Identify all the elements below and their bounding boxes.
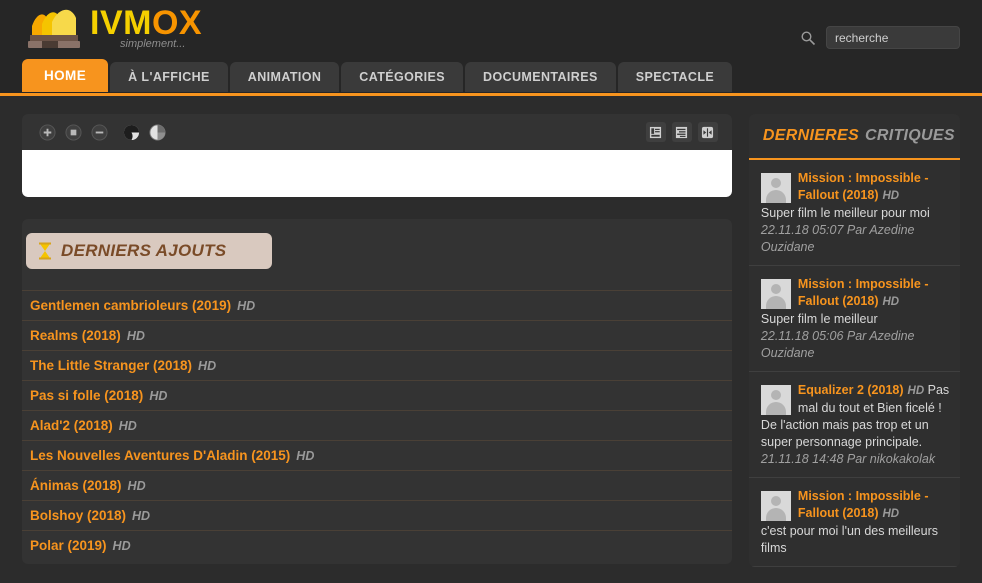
tab-categories[interactable]: CATÉGORIES [341, 62, 464, 92]
reviews-header-part1: DERNIERES [762, 127, 859, 144]
logo-title-part2: OX [151, 4, 203, 42]
avatar [760, 491, 791, 521]
logo-text: IVMOX simplement... [90, 5, 202, 50]
logo-title-part1: IVM [90, 4, 152, 42]
player-toolbar [22, 114, 732, 150]
review-item[interactable]: Mission : Impossible - Fallout (2018) HD … [748, 266, 960, 372]
main-column: DERNIERS AJOUTS Gentlemen cambrioleurs (… [22, 114, 732, 567]
logo-title: IVMOX [90, 5, 202, 41]
review-comment: c'est pour moi l'un des meilleurs films [760, 524, 938, 555]
movie-quality: HD [118, 418, 137, 433]
page-body: DERNIERS AJOUTS Gentlemen cambrioleurs (… [0, 96, 982, 567]
movie-quality: HD [296, 448, 315, 463]
review-film-title[interactable]: Mission : Impossible - Fallout (2018) [798, 489, 929, 520]
movie-list: Gentlemen cambrioleurs (2019) HD Realms … [22, 290, 732, 560]
review-meta: 22.11.18 05:07 Par Azedine Ouzidane [760, 223, 915, 254]
movie-quality: HD [126, 328, 145, 343]
avatar [760, 385, 791, 415]
review-comment: Super film le meilleur pour moi [760, 206, 930, 220]
reviews-header: DERNIERES CRITIQUES [748, 114, 960, 160]
list-item[interactable]: Bolshoy (2018) HD [22, 500, 732, 530]
hourglass-icon [39, 242, 51, 260]
stop-square-circle-icon[interactable] [62, 121, 84, 143]
list-item[interactable]: Polar (2019) HD [22, 530, 732, 560]
player-toolbar-right [645, 122, 718, 142]
plus-circle-icon[interactable] [36, 121, 58, 143]
movie-title: Polar (2019) [30, 538, 107, 553]
review-comment: Super film le meilleur [760, 312, 878, 326]
review-film-title[interactable]: Mission : Impossible - Fallout (2018) [798, 277, 929, 308]
movie-title: The Little Stranger (2018) [30, 358, 193, 373]
review-quality: HD [882, 296, 900, 308]
review-item[interactable]: Mission : Impossible - Fallout (2018) HD … [748, 478, 960, 567]
player-screen[interactable] [22, 150, 732, 197]
tab-a-l-affiche[interactable]: À L'AFFICHE [110, 62, 228, 92]
reviews-header-part2: CRITIQUES [864, 127, 955, 144]
list-item[interactable]: The Little Stranger (2018) HD [22, 350, 732, 380]
movie-title: Alad'2 (2018) [30, 418, 113, 433]
review-film-title[interactable]: Mission : Impossible - Fallout (2018) [798, 171, 929, 202]
review-meta: 22.11.18 05:06 Par Azedine Ouzidane [760, 329, 915, 360]
tab-animation[interactable]: ANIMATION [229, 62, 340, 92]
opera-house-logo-icon [28, 9, 80, 48]
list-item[interactable]: Alad'2 (2018) HD [22, 410, 732, 440]
text-align-icon[interactable] [671, 122, 692, 142]
movie-title: Ánimas (2018) [30, 478, 122, 493]
resize-horizontal-icon[interactable] [697, 122, 718, 142]
reviews-panel: DERNIERES CRITIQUES Mission : Impossible… [748, 114, 960, 567]
tab-home[interactable]: HOME [22, 59, 109, 92]
contrast-half-light-icon[interactable] [146, 121, 168, 143]
tab-spectacle[interactable]: SPECTACLE [617, 62, 733, 92]
review-item[interactable]: Mission : Impossible - Fallout (2018) HD … [748, 160, 960, 266]
review-quality: HD [907, 385, 925, 397]
latest-additions-panel: DERNIERS AJOUTS Gentlemen cambrioleurs (… [22, 219, 732, 564]
list-layout-icon[interactable] [645, 122, 666, 142]
latest-additions-header: DERNIERS AJOUTS [26, 233, 272, 269]
movie-quality: HD [198, 358, 217, 373]
movie-quality: HD [237, 298, 256, 313]
movie-title: Pas si folle (2018) [30, 388, 144, 403]
search-icon[interactable] [800, 30, 816, 46]
movie-quality: HD [132, 508, 151, 523]
list-item[interactable]: Les Nouvelles Aventures D'Aladin (2015) … [22, 440, 732, 470]
list-item[interactable]: Pas si folle (2018) HD [22, 380, 732, 410]
list-item[interactable]: Realms (2018) HD [22, 320, 732, 350]
review-quality: HD [882, 190, 900, 202]
minus-circle-icon[interactable] [88, 121, 110, 143]
movie-title: Gentlemen cambrioleurs (2019) [30, 298, 232, 313]
review-film-title[interactable]: Equalizer 2 (2018) [798, 383, 904, 397]
list-item[interactable]: Gentlemen cambrioleurs (2019) HD [22, 290, 732, 320]
movie-quality: HD [112, 538, 131, 553]
sidebar-column: DERNIERES CRITIQUES Mission : Impossible… [748, 114, 960, 567]
movie-title: Les Nouvelles Aventures D'Aladin (2015) [30, 448, 291, 463]
search-input[interactable] [826, 26, 960, 49]
movie-quality: HD [149, 388, 168, 403]
player-toolbar-left [36, 121, 168, 143]
site-header: IVMOX simplement... HOME À L'AFFICHE ANI… [0, 0, 982, 96]
avatar [760, 173, 791, 203]
review-item[interactable]: Equalizer 2 (2018) HD Pas mal du tout et … [748, 372, 960, 478]
nav-accent-bar [0, 93, 982, 96]
movie-title: Bolshoy (2018) [30, 508, 127, 523]
review-quality: HD [882, 508, 900, 520]
site-logo[interactable]: IVMOX simplement... [26, 5, 202, 52]
movie-quality: HD [127, 478, 146, 493]
tab-documentaires[interactable]: DOCUMENTAIRES [465, 62, 616, 92]
contrast-half-dark-icon[interactable] [120, 121, 142, 143]
search-area [800, 26, 960, 49]
review-meta: 21.11.18 14:48 Par nikokakolak [760, 452, 936, 466]
avatar [760, 279, 791, 309]
latest-additions-title: DERNIERS AJOUTS [61, 241, 227, 260]
main-navigation: HOME À L'AFFICHE ANIMATION CATÉGORIES DO… [22, 59, 733, 92]
movie-title: Realms (2018) [30, 328, 121, 343]
list-item[interactable]: Ánimas (2018) HD [22, 470, 732, 500]
player-panel [22, 114, 732, 197]
